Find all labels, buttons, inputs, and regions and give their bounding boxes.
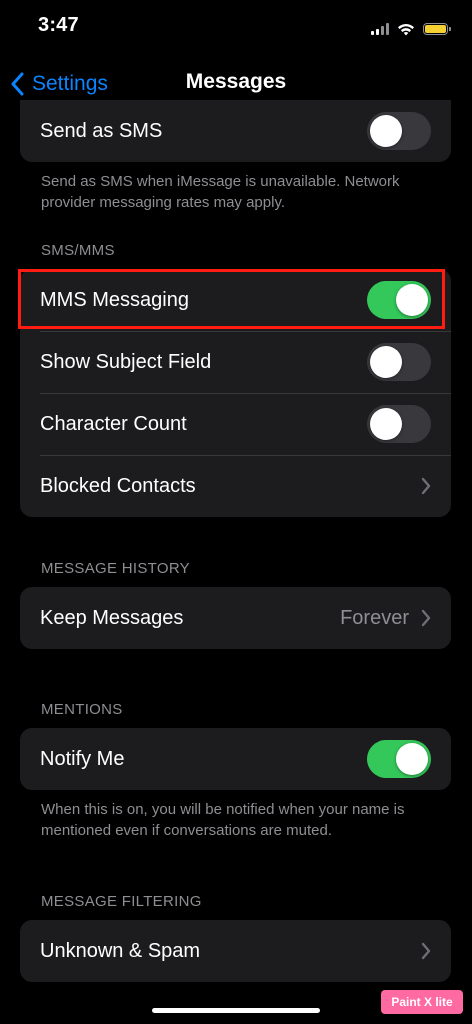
home-indicator[interactable] bbox=[152, 1008, 320, 1013]
blocked-contacts-row[interactable]: Blocked Contacts bbox=[20, 455, 451, 517]
character-count-row[interactable]: Character Count bbox=[20, 393, 451, 455]
send-as-sms-row[interactable]: Send as SMS bbox=[20, 100, 451, 162]
message-history-group: Keep Messages Forever bbox=[20, 587, 451, 649]
message-filtering-group: Unknown & Spam bbox=[20, 920, 451, 982]
message-history-header: MESSAGE HISTORY bbox=[41, 560, 190, 577]
cellular-signal-icon bbox=[371, 23, 389, 35]
mentions-header: MENTIONS bbox=[41, 701, 123, 718]
page-title: Messages bbox=[185, 70, 287, 93]
notify-me-label: Notify Me bbox=[40, 747, 125, 770]
message-filtering-header: MESSAGE FILTERING bbox=[41, 893, 202, 910]
notify-me-toggle[interactable] bbox=[367, 740, 431, 778]
chevron-right-icon bbox=[421, 942, 431, 960]
keep-messages-value: Forever bbox=[340, 606, 409, 629]
chevron-right-icon bbox=[421, 609, 431, 627]
send-as-sms-footer: Send as SMS when iMessage is unavailable… bbox=[41, 173, 400, 211]
blocked-contacts-label: Blocked Contacts bbox=[40, 474, 196, 497]
status-icons bbox=[371, 20, 451, 38]
keep-messages-row[interactable]: Keep Messages Forever bbox=[20, 587, 451, 649]
mms-highlight-box bbox=[18, 269, 445, 329]
keep-messages-label: Keep Messages bbox=[40, 606, 184, 629]
chevron-right-icon bbox=[421, 477, 431, 495]
show-subject-field-label: Show Subject Field bbox=[40, 350, 212, 373]
mentions-footer: When this is on, you will be notified wh… bbox=[41, 801, 405, 839]
unknown-spam-row[interactable]: Unknown & Spam bbox=[20, 920, 451, 982]
unknown-spam-label: Unknown & Spam bbox=[40, 939, 201, 962]
character-count-label: Character Count bbox=[40, 412, 187, 435]
character-count-toggle[interactable] bbox=[367, 405, 431, 443]
battery-icon bbox=[423, 23, 451, 35]
notify-me-row[interactable]: Notify Me bbox=[20, 728, 451, 790]
send-as-sms-label: Send as SMS bbox=[40, 119, 163, 142]
send-as-sms-toggle[interactable] bbox=[367, 112, 431, 150]
show-subject-field-toggle[interactable] bbox=[367, 343, 431, 381]
status-time: 3:47 bbox=[38, 14, 79, 36]
wifi-icon bbox=[398, 23, 414, 36]
show-subject-field-row[interactable]: Show Subject Field bbox=[20, 331, 451, 393]
watermark-badge: Paint X lite bbox=[381, 990, 463, 1014]
sms-mms-header: SMS/MMS bbox=[41, 242, 115, 259]
imessage-group: Send as SMS bbox=[20, 100, 451, 162]
mentions-group: Notify Me bbox=[20, 728, 451, 790]
